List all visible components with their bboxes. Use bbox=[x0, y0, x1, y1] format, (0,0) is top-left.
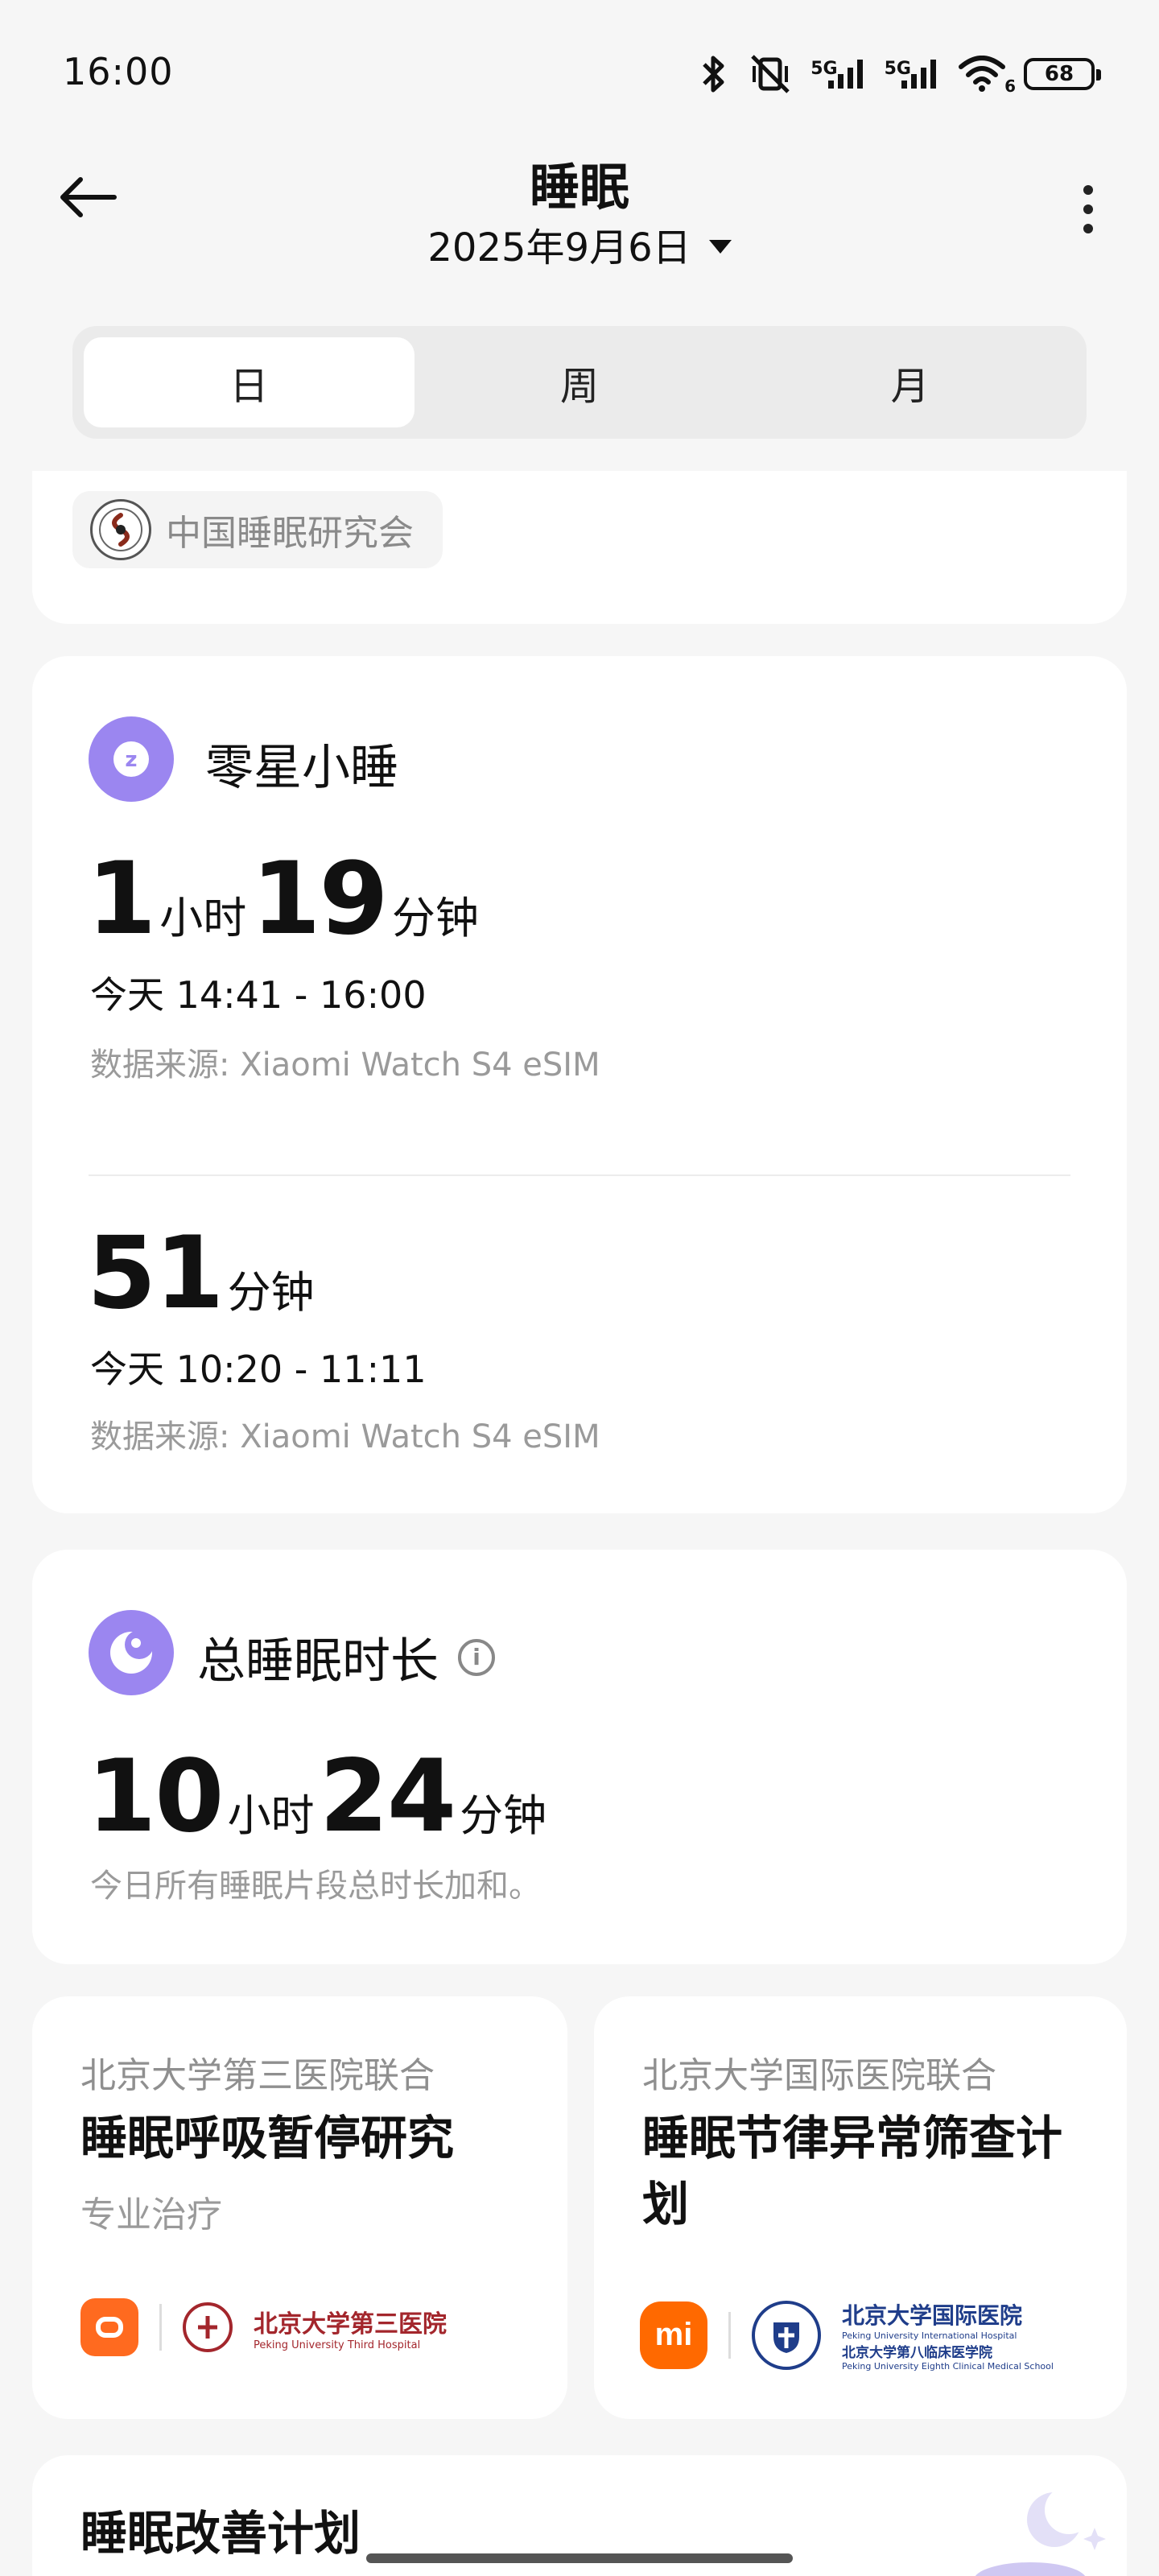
sleep-plan-title: 睡眠改善计划 bbox=[80, 2506, 361, 2561]
vibrate-mute-icon bbox=[751, 55, 790, 93]
crescent-moon-icon bbox=[975, 2486, 1106, 2576]
status-icons: 5G 5G 6 68 bbox=[698, 50, 1101, 98]
network-label-1: 5G bbox=[810, 59, 838, 79]
more-dot-icon bbox=[1083, 204, 1093, 214]
nap-1-hours: 1 bbox=[87, 841, 156, 957]
total-sleep-title-text: 总睡眠时长 bbox=[197, 1633, 439, 1690]
wifi-badge: 6 bbox=[1004, 76, 1016, 96]
total-sleep-title: 总睡眠时长 i bbox=[197, 1622, 495, 1692]
total-minutes-unit: 分钟 bbox=[460, 1790, 547, 1841]
nap-1-minutes: 19 bbox=[251, 841, 389, 957]
hospital-name-2-en: Peking University Eighth Clinical Medica… bbox=[842, 2361, 1054, 2372]
nap-2-time-range: 今天 10:20 - 11:11 bbox=[90, 1348, 427, 1391]
hospital-seal-icon bbox=[183, 2302, 233, 2352]
total-minutes: 24 bbox=[319, 1739, 457, 1855]
caret-down-icon bbox=[708, 239, 732, 254]
promo-rhythm-subtitle: 北京大学国际医院联合 bbox=[642, 2055, 996, 2096]
wifi: 6 bbox=[958, 56, 1016, 96]
hospital-name-en: Peking University Third Hospital bbox=[254, 2339, 421, 2351]
nap-1-minutes-unit: 分钟 bbox=[391, 893, 479, 943]
signal-1: 5G bbox=[810, 58, 866, 90]
total-sleep-description: 今日所有睡眠片段总时长加和。 bbox=[90, 1868, 541, 1905]
health-research-logo-icon bbox=[80, 2298, 138, 2356]
period-tabs: 日 周 月 bbox=[72, 326, 1087, 439]
promo-rhythm-title: 睡眠节律异常筛查计划 bbox=[642, 2111, 1063, 2231]
tab-day[interactable]: 日 bbox=[84, 337, 415, 427]
org-name: 中国睡眠研究会 bbox=[166, 513, 414, 554]
total-hours: 10 bbox=[87, 1739, 225, 1855]
promo-apnea-logos: 北京大学第三医院 Peking University Third Hospita… bbox=[80, 2298, 447, 2356]
nap-1-source: 数据来源: Xiaomi Watch S4 eSIM bbox=[90, 1046, 600, 1084]
promo-apnea-subtitle: 北京大学第三医院联合 bbox=[80, 2055, 435, 2096]
more-dot-icon bbox=[1083, 185, 1093, 195]
home-indicator[interactable] bbox=[366, 2553, 793, 2563]
signal-2: 5G bbox=[885, 58, 940, 90]
svg-text:z: z bbox=[125, 748, 137, 772]
hospital-name: 北京大学国际医院 bbox=[842, 2302, 1023, 2329]
nap-title: 零星小睡 bbox=[205, 740, 398, 796]
hospital-logo-text: 北京大学国际医院 Peking University International… bbox=[842, 2298, 1054, 2372]
logo-separator bbox=[159, 2304, 162, 2351]
hospital-name-en: Peking University International Hospital bbox=[842, 2330, 1017, 2341]
hospital-name-2: 北京大学第八临床医学院 bbox=[842, 2345, 992, 2361]
more-dot-icon bbox=[1083, 224, 1093, 233]
hospital-seal-icon bbox=[752, 2300, 821, 2370]
nap-2-minutes-unit: 分钟 bbox=[227, 1267, 315, 1318]
network-label-2: 5G bbox=[884, 59, 911, 79]
nap-1-time-range: 今天 14:41 - 16:00 bbox=[90, 973, 427, 1017]
hospital-logo-text: 北京大学第三医院 Peking University Third Hospita… bbox=[254, 2304, 447, 2351]
nap-1-duration: 1 小时 19 分钟 bbox=[87, 841, 484, 957]
status-time: 16:00 bbox=[63, 50, 174, 93]
logo-separator bbox=[728, 2311, 731, 2359]
info-icon[interactable]: i bbox=[458, 1638, 495, 1676]
moon-icon bbox=[89, 1610, 174, 1695]
xiaomi-logo-icon: mi bbox=[640, 2301, 707, 2369]
org-chip[interactable]: 中国睡眠研究会 bbox=[72, 491, 443, 568]
nap-icon: z bbox=[89, 716, 174, 802]
page-title: 睡眠 bbox=[529, 158, 629, 217]
tab-month[interactable]: 月 bbox=[744, 337, 1075, 427]
bluetooth-icon bbox=[703, 56, 724, 93]
total-hours-unit: 小时 bbox=[227, 1790, 315, 1841]
wifi-icon bbox=[959, 56, 1005, 92]
total-sleep-duration: 10 小时 24 分钟 bbox=[87, 1739, 551, 1855]
nap-2-source: 数据来源: Xiaomi Watch S4 eSIM bbox=[90, 1418, 600, 1455]
promo-rhythm-logos: mi 北京大学国际医院 Peking University Internatio… bbox=[640, 2298, 1054, 2372]
date-label: 2025年9月6日 bbox=[427, 225, 691, 270]
battery-indicator: 68 bbox=[1024, 58, 1101, 90]
date-picker[interactable]: 2025年9月6日 bbox=[0, 216, 1159, 272]
nap-1-hours-unit: 小时 bbox=[159, 893, 247, 943]
nap-2-duration: 51 分钟 bbox=[87, 1216, 320, 1331]
divider bbox=[89, 1174, 1070, 1176]
tab-week[interactable]: 周 bbox=[415, 337, 745, 427]
nap-2-minutes: 51 bbox=[87, 1216, 225, 1331]
more-options-button[interactable] bbox=[1066, 177, 1111, 242]
promo-apnea-title: 睡眠呼吸暂停研究 bbox=[80, 2111, 455, 2165]
hospital-name: 北京大学第三医院 bbox=[254, 2310, 447, 2339]
promo-apnea-note: 专业治疗 bbox=[80, 2194, 222, 2235]
org-logo-icon bbox=[90, 499, 151, 560]
